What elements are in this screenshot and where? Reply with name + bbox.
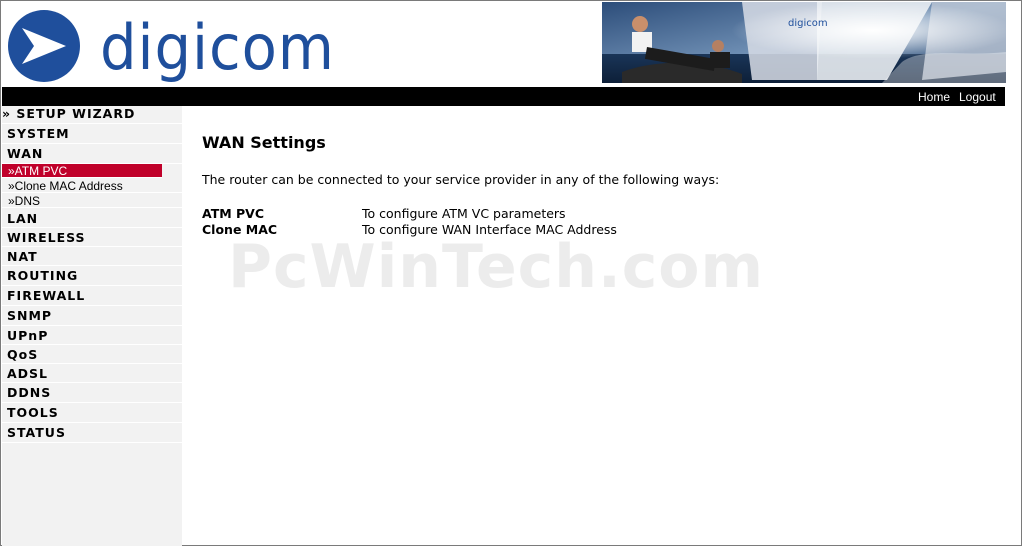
sidebar-item-upnp[interactable]: UPnP xyxy=(2,326,182,345)
sidebar-item-qos[interactable]: QoS xyxy=(2,345,182,364)
sidebar-item-firewall[interactable]: FIREWALL xyxy=(2,286,182,306)
logo-arrow-icon xyxy=(8,10,80,82)
header: digicom digicom xyxy=(2,2,1006,86)
clone-mac-label: Clone MAC xyxy=(202,222,278,237)
sidebar-item-ddns[interactable]: DDNS xyxy=(2,383,182,403)
atm-pvc-description: To configure ATM VC parameters xyxy=(362,206,566,221)
intro-text: The router can be connected to your serv… xyxy=(202,172,720,187)
sidebar-subitem-clone-mac-address[interactable]: »Clone MAC Address xyxy=(2,179,182,193)
sidebar-item-tools[interactable]: TOOLS xyxy=(2,403,182,423)
sidebar-item-adsl[interactable]: ADSL xyxy=(2,364,182,383)
home-link[interactable]: Home xyxy=(918,90,950,104)
digicom-logo[interactable]: digicom xyxy=(6,6,336,84)
watermark-text: PcWinTech.com xyxy=(228,232,765,302)
sidebar-item-status[interactable]: STATUS xyxy=(2,423,182,443)
sidebar-item-routing[interactable]: ROUTING xyxy=(2,266,182,286)
sidebar-item-nat[interactable]: NAT xyxy=(2,247,182,266)
sailing-banner-image: digicom xyxy=(602,2,1006,83)
sidebar-item-wireless[interactable]: WIRELESS xyxy=(2,228,182,247)
logo-wordmark: digicom xyxy=(100,11,335,84)
sidebar-item-setup-wizard[interactable]: » SETUP WIZARD xyxy=(2,106,182,124)
sidebar-item-lan[interactable]: LAN xyxy=(2,209,182,228)
logout-link[interactable]: Logout xyxy=(959,90,996,104)
top-nav-bar: Home Logout xyxy=(2,87,1005,106)
sidebar-item-wan[interactable]: WAN xyxy=(2,144,182,164)
sidebar-subitem-dns[interactable]: »DNS xyxy=(2,194,182,208)
atm-pvc-label: ATM PVC xyxy=(202,206,265,221)
sidebar-item-snmp[interactable]: SNMP xyxy=(2,306,182,326)
sidebar-item-system[interactable]: SYSTEM xyxy=(2,124,182,144)
sidebar-subitem-atm-pvc[interactable]: »ATM PVC xyxy=(2,164,162,178)
clone-mac-description: To configure WAN Interface MAC Address xyxy=(362,222,617,237)
page-title: WAN Settings xyxy=(202,133,326,152)
banner-logo-text: digicom xyxy=(788,18,828,29)
sidebar: » SETUP WIZARD SYSTEM WAN »ATM PVC »Clon… xyxy=(2,106,182,546)
